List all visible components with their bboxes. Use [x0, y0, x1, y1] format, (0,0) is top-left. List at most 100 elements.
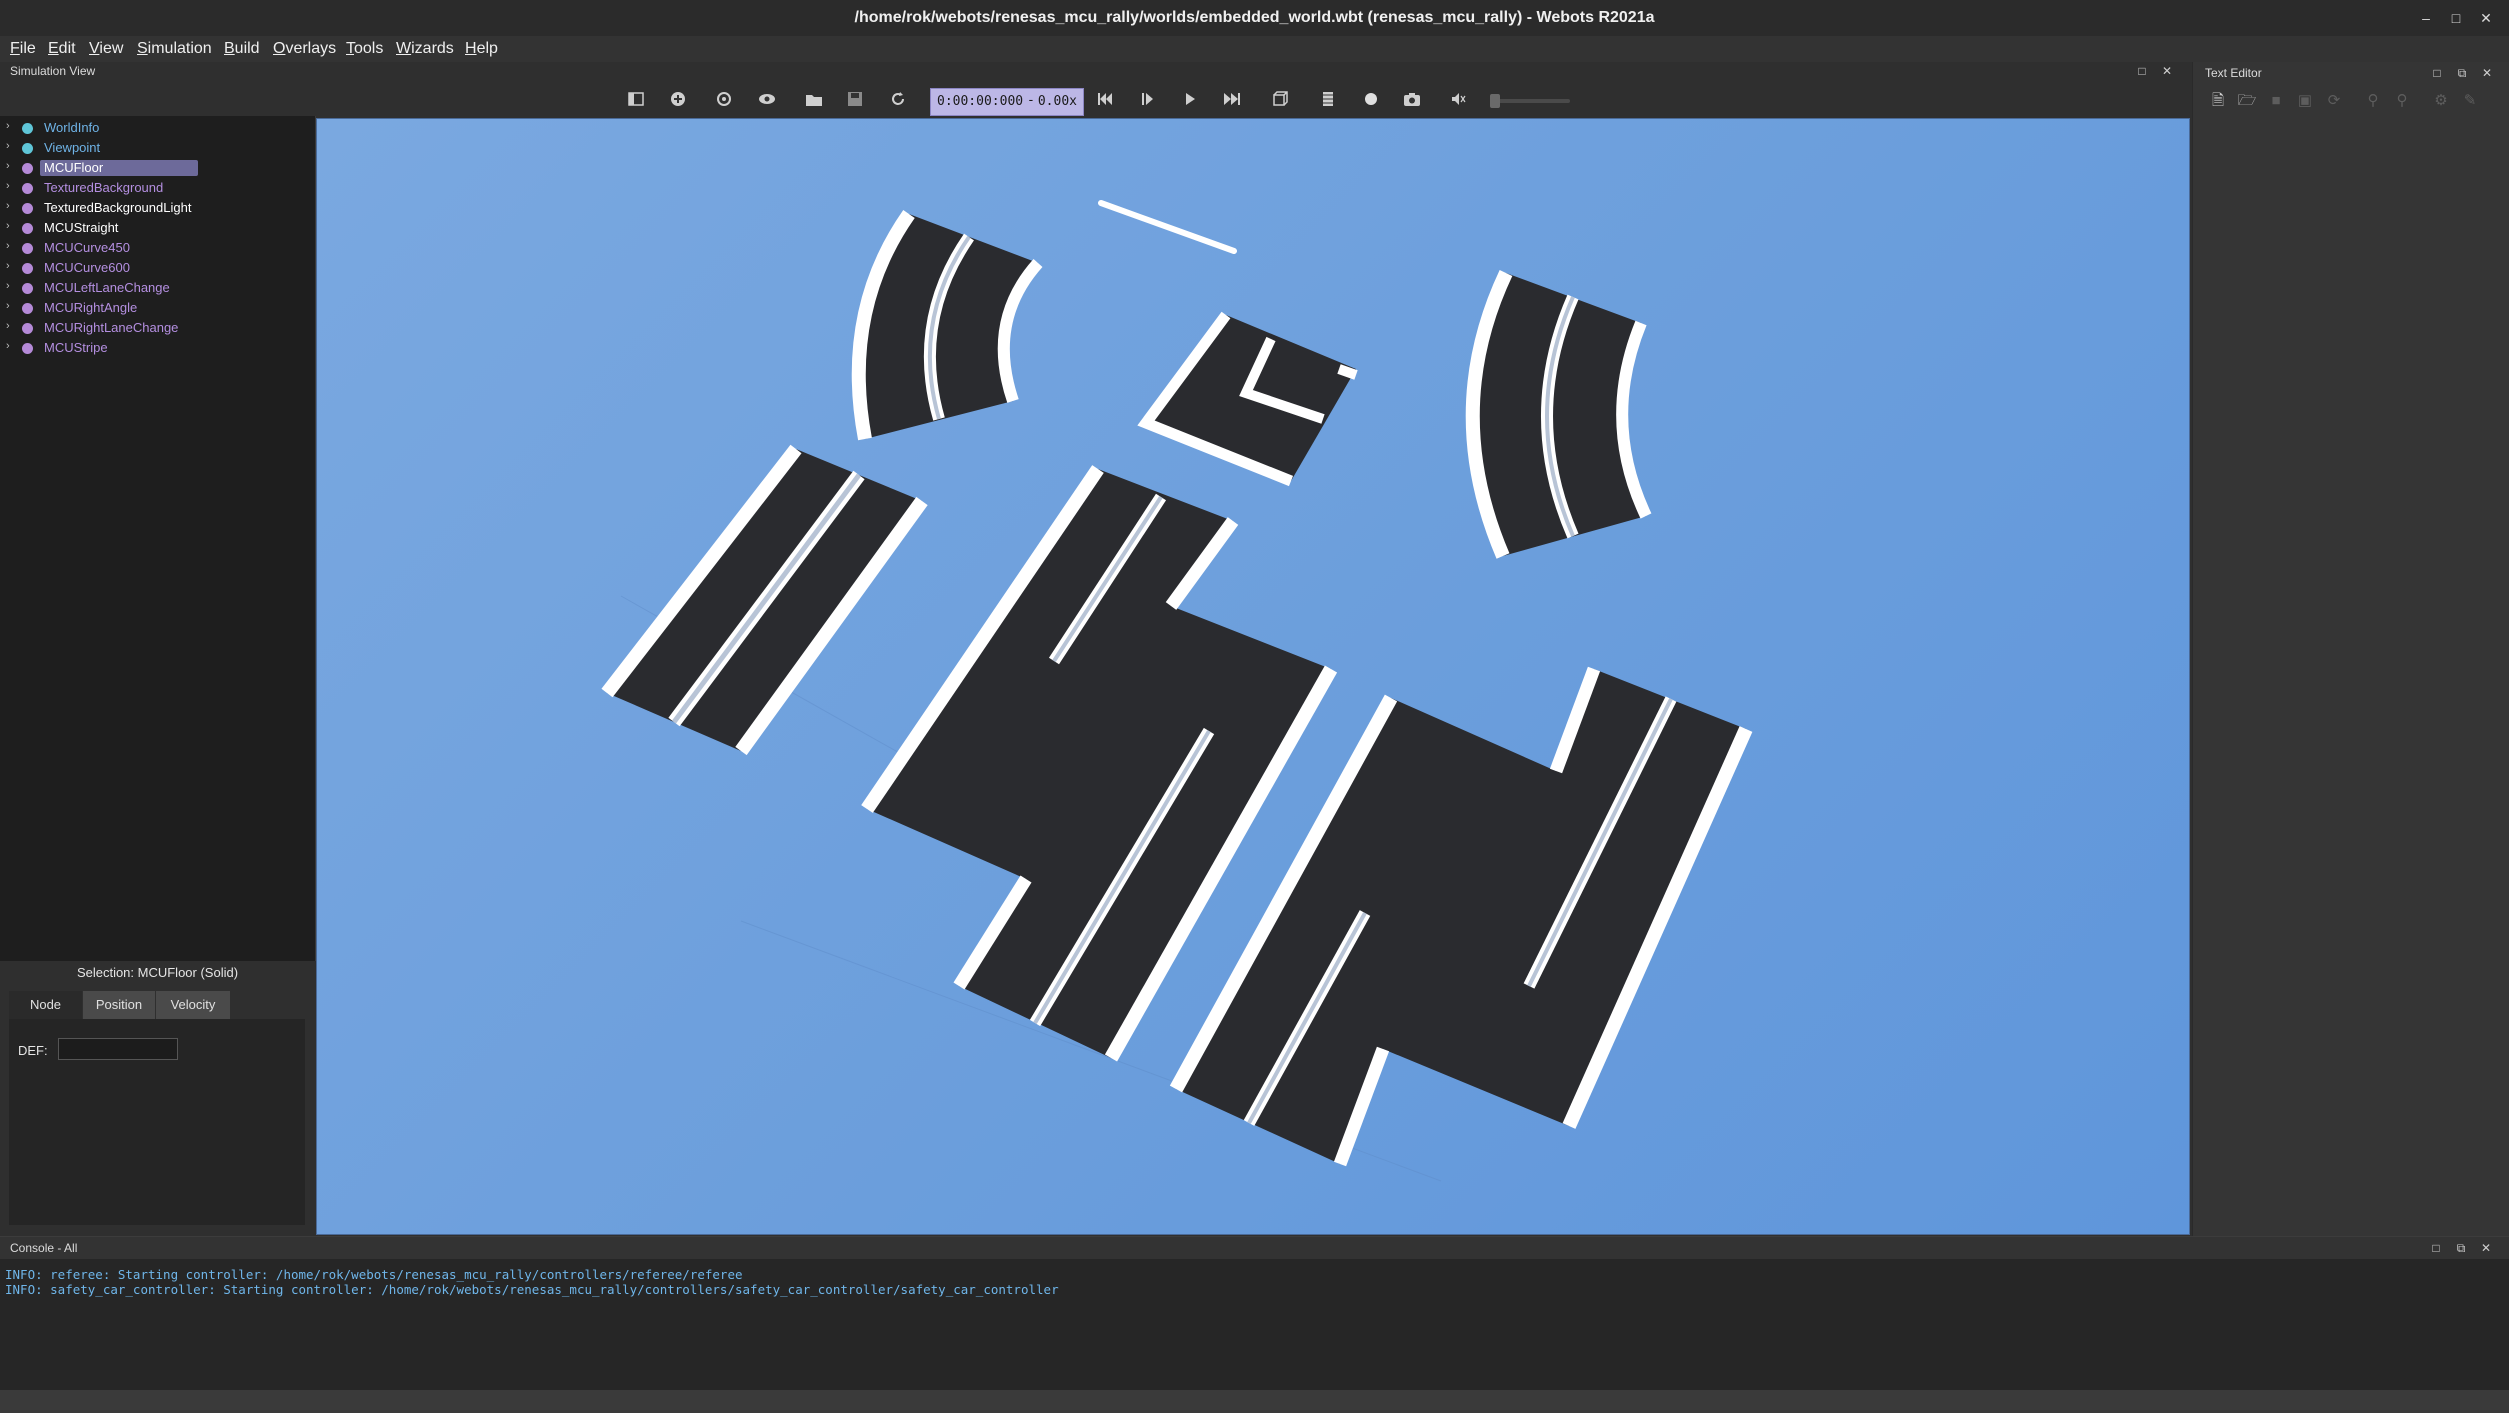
new-file-icon[interactable]: 🗎 — [2207, 90, 2229, 112]
scene-tree[interactable]: › WorldInfo › Viewpoint › MCUFloor › TexturedBa… — [0, 116, 316, 961]
scene-tree-item-label: MCUCurve600 — [44, 260, 130, 275]
text-editor-undock-icon[interactable]: ⧉ — [2455, 66, 2469, 80]
scene-tree-item[interactable]: › Viewpoint — [0, 138, 315, 158]
expand-arrow-icon[interactable]: › — [6, 260, 10, 272]
run-icon[interactable] — [1176, 86, 1204, 112]
menu-build[interactable]: Build — [224, 36, 260, 62]
reset-icon[interactable] — [1091, 86, 1119, 112]
expand-arrow-icon[interactable]: › — [6, 280, 10, 292]
expand-arrow-icon[interactable]: › — [6, 220, 10, 232]
expand-arrow-icon[interactable]: › — [6, 180, 10, 192]
menu-file-label: ile — [19, 40, 36, 57]
console-line: INFO: referee: Starting controller: /hom… — [5, 1267, 743, 1282]
tab-node[interactable]: Node — [9, 991, 82, 1019]
menu-edit[interactable]: Edit — [48, 36, 76, 62]
expand-arrow-icon[interactable]: › — [6, 120, 10, 132]
scene-tree-item-label: TexturedBackgroundLight — [44, 200, 192, 215]
mcu-curve-450 — [851, 209, 1043, 441]
menu-view[interactable]: View — [89, 36, 123, 62]
toggle-scene-tree-icon[interactable] — [622, 86, 650, 112]
menu-overlays[interactable]: Overlays — [273, 36, 336, 62]
console-panel[interactable]: Console - All □ ⧉ ✕ INFO: referee: Start… — [0, 1236, 2509, 1391]
tab-velocity[interactable]: Velocity — [156, 991, 230, 1019]
console-undock-icon[interactable]: ⧉ — [2454, 1241, 2468, 1255]
node-type-icon — [22, 343, 33, 354]
scene-tree-item[interactable]: › MCULeftLaneChange — [0, 278, 315, 298]
scene-tree-item[interactable]: › WorldInfo — [0, 118, 315, 138]
expand-arrow-icon[interactable]: › — [6, 320, 10, 332]
reload-node-icon[interactable] — [710, 86, 738, 112]
expand-arrow-icon[interactable]: › — [6, 340, 10, 352]
float-panel-icon[interactable]: □ — [2135, 64, 2149, 78]
record-animation-icon[interactable] — [1357, 86, 1385, 112]
save-world-icon[interactable] — [841, 86, 869, 112]
scene-tree-item[interactable]: › MCURightLaneChange — [0, 318, 315, 338]
menu-simulation-label: imulation — [147, 40, 212, 57]
volume-slider[interactable] — [1490, 99, 1570, 103]
3d-viewport[interactable] — [316, 118, 2190, 1235]
menu-wizards-label: izards — [411, 40, 454, 57]
scene-tree-item[interactable]: › TexturedBackgroundLight — [0, 198, 315, 218]
expand-arrow-icon[interactable]: › — [6, 160, 10, 172]
def-field[interactable] — [58, 1038, 178, 1060]
minimize-icon[interactable]: – — [2414, 6, 2438, 30]
console-header: Console - All □ ⧉ ✕ — [0, 1237, 2509, 1259]
menu-wizards[interactable]: Wizards — [396, 36, 454, 62]
text-editor-float-icon[interactable]: □ — [2430, 66, 2444, 80]
screenshot-icon[interactable] — [1398, 86, 1426, 112]
menu-tools[interactable]: Tools — [346, 36, 383, 62]
scene-tree-item-label: WorldInfo — [44, 120, 100, 135]
scene-tree-item[interactable]: › TexturedBackground — [0, 178, 315, 198]
close-panel-icon[interactable]: ✕ — [2160, 64, 2174, 78]
simulation-speed: 0.00x — [1037, 94, 1077, 109]
replace-icon: ⚲ — [2396, 92, 2408, 109]
expand-arrow-icon[interactable]: › — [6, 300, 10, 312]
expand-arrow-icon[interactable]: › — [6, 140, 10, 152]
scene-tree-item[interactable]: › MCURightAngle — [0, 298, 315, 318]
scene-tree-item[interactable]: › MCUCurve600 — [0, 258, 315, 278]
mute-icon[interactable] — [1444, 86, 1472, 112]
reload-world-icon[interactable] — [884, 86, 912, 112]
menu-tools-label: ools — [354, 40, 384, 57]
build-icon: ⚙ — [2434, 92, 2448, 109]
text-editor-close-icon[interactable]: ✕ — [2480, 66, 2494, 80]
node-type-icon — [22, 323, 33, 334]
scene-tree-item[interactable]: › MCUStripe — [0, 338, 315, 358]
menu-bar: File Edit View Simulation Build Overlays… — [0, 36, 2509, 62]
menu-simulation[interactable]: Simulation — [137, 36, 212, 62]
expand-arrow-icon[interactable]: › — [6, 200, 10, 212]
scene-tree-item[interactable]: › MCUCurve450 — [0, 238, 315, 258]
text-editor-panel: Text Editor □ ⧉ ✕ 🗎 🗁 ■ ▣ ⟳ ⚲ ⚲ ⚙ ✎ — [2192, 62, 2509, 1236]
console-close-icon[interactable]: ✕ — [2479, 1241, 2493, 1255]
scene-tree-item[interactable]: › MCUStraight — [0, 218, 315, 238]
mcu-stripe — [1098, 200, 1237, 254]
revert-icon: ⟳ — [2327, 92, 2341, 109]
record-movie-icon[interactable] — [1314, 86, 1342, 112]
fast-icon[interactable] — [1218, 86, 1246, 112]
menu-view-label: iew — [99, 40, 124, 57]
view-icon[interactable] — [753, 86, 781, 112]
close-icon[interactable]: ✕ — [2474, 6, 2498, 30]
maximize-icon[interactable]: □ — [2444, 6, 2468, 30]
open-file-icon[interactable]: 🗁 — [2236, 90, 2258, 112]
add-node-icon[interactable] — [664, 86, 692, 112]
menu-tools-mnemonic: T — [346, 40, 354, 57]
volume-slider-handle[interactable] — [1490, 94, 1500, 108]
menu-file[interactable]: File — [10, 36, 36, 62]
step-icon[interactable] — [1133, 86, 1161, 112]
open-world-icon[interactable] — [800, 86, 828, 112]
scene-tree-item-label: MCURightLaneChange — [44, 320, 179, 335]
node-type-icon — [22, 203, 33, 214]
scene-tree-item-label: MCUStraight — [44, 220, 119, 235]
rendering-icon[interactable] — [1266, 86, 1294, 112]
def-label: DEF: — [18, 1043, 48, 1058]
menu-edit-mnemonic: E — [48, 40, 59, 57]
tab-position[interactable]: Position — [83, 991, 155, 1019]
console-line: INFO: safety_car_controller: Starting co… — [5, 1282, 1059, 1297]
menu-help[interactable]: Help — [465, 36, 498, 62]
console-float-icon[interactable]: □ — [2429, 1241, 2443, 1255]
scene-tree-item[interactable]: › MCUFloor — [0, 158, 315, 178]
simulation-time-display: 0:00:00:000 - 0.00x — [930, 88, 1084, 116]
menu-help-mnemonic: H — [465, 40, 477, 57]
expand-arrow-icon[interactable]: › — [6, 240, 10, 252]
